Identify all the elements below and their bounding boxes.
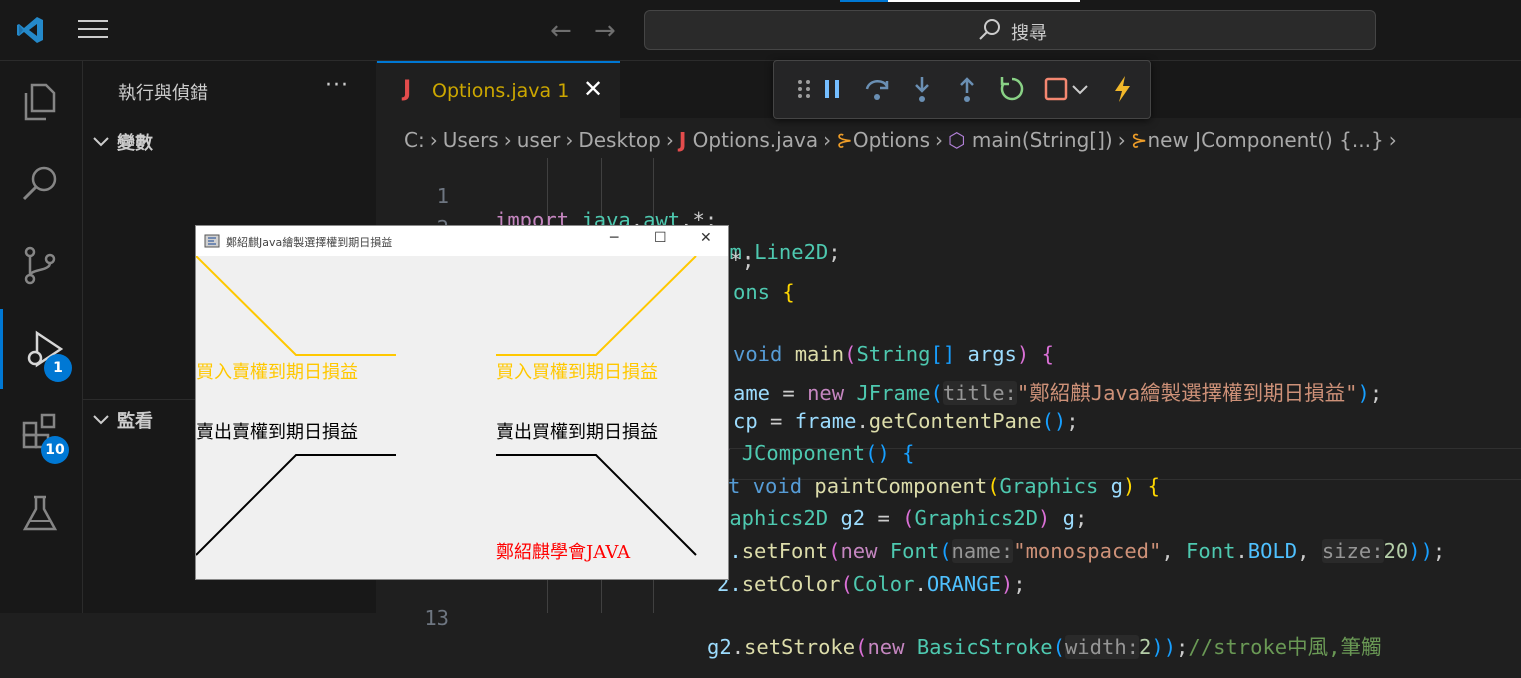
back-arrow-icon[interactable]: ← (550, 16, 572, 46)
code-line: 13 g2.setStroke(new BasicStroke(width:2)… (377, 582, 1521, 659)
search-label: 搜尋 (1011, 23, 1047, 44)
chevron-right-icon: › (665, 128, 674, 152)
code-token: g2 (707, 635, 732, 659)
search-icon[interactable] (0, 143, 82, 223)
line-number: 13 (424, 606, 449, 630)
source-control-icon[interactable] (0, 225, 82, 305)
step-out-icon[interactable] (951, 73, 983, 105)
watch-section-header[interactable]: 監看 (91, 407, 153, 433)
sidebar-title: 執行與偵錯 (118, 83, 208, 104)
code-token: ; (1176, 635, 1189, 659)
breadcrumb-item[interactable]: user (517, 128, 561, 152)
variables-section-label: 變數 (117, 133, 153, 154)
code-line: 1 import java.awt.*; (377, 160, 1521, 232)
code-token: new (867, 635, 905, 659)
explorer-icon[interactable] (0, 61, 82, 141)
extensions-icon[interactable]: 10 (0, 391, 82, 471)
debug-toolbar (773, 60, 1151, 119)
title-bar: ← → 搜尋 (0, 0, 1521, 61)
testing-icon[interactable] (0, 473, 82, 553)
tab-filename: Options.java (432, 80, 552, 102)
long-put-payoff-line (196, 256, 396, 356)
code-token: setStroke (744, 635, 856, 659)
long-put-label: 買入賣權到期日損益 (196, 362, 358, 383)
chevron-down-icon (93, 137, 109, 147)
code-token: . (731, 635, 745, 659)
title-accent (840, 0, 1080, 2)
long-call-payoff-line (496, 256, 697, 356)
class-icon: ⊱ (836, 128, 853, 152)
code-token: ( (1052, 635, 1065, 659)
code-token: //stroke中風,筆觸 (1188, 635, 1382, 659)
java-app-icon (204, 234, 220, 248)
short-call-label: 賣出買權到期日損益 (496, 422, 658, 443)
chevron-right-icon: › (565, 128, 574, 152)
tab-problem-count: 1 (557, 80, 570, 102)
code-token: { (782, 280, 795, 304)
code-token: )) (1151, 635, 1177, 659)
java-file-icon: J (403, 77, 412, 102)
breadcrumb-item[interactable]: new JComponent() {...} (1147, 128, 1383, 152)
step-into-icon[interactable] (906, 73, 938, 105)
chevron-down-icon[interactable] (1068, 73, 1092, 105)
variables-section-header[interactable]: 變數 (91, 129, 153, 155)
code-token: 2 (1139, 635, 1152, 659)
menu-icon[interactable] (78, 20, 108, 40)
code-line: 2 import java.awt.geom.Line2D; (377, 192, 1521, 264)
java-file-icon: J (678, 128, 687, 152)
pause-icon[interactable] (816, 73, 848, 105)
vscode-logo-icon (17, 17, 43, 43)
short-put-label: 賣出賣權到期日損益 (196, 422, 358, 443)
maximize-icon[interactable]: ☐ (654, 230, 667, 246)
method-icon: ⬡ (948, 128, 966, 152)
close-icon[interactable]: ✕ (700, 230, 712, 246)
short-put-payoff-line (196, 454, 396, 556)
watch-section-label: 監看 (117, 411, 153, 432)
breadcrumb-item[interactable]: C: (404, 128, 425, 152)
command-center-search[interactable]: 搜尋 (644, 10, 1376, 50)
more-actions-icon[interactable]: ··· (325, 73, 349, 98)
restart-icon[interactable] (996, 73, 1028, 105)
breadcrumb: C: › Users › user › Desktop › J Options.java › ⊱Op… (404, 128, 1402, 152)
breadcrumb-item[interactable]: Options.java (693, 128, 818, 152)
minimize-icon[interactable]: ─ (610, 230, 618, 246)
chevron-right-icon: › (823, 128, 832, 152)
inlay-hint: width: (1064, 635, 1140, 659)
tab-close-icon[interactable]: ✕ (583, 75, 603, 103)
long-call-label: 買入買權到期日損益 (496, 362, 658, 383)
chevron-right-icon: › (429, 128, 438, 152)
run-debug-icon[interactable]: 1 (0, 309, 82, 389)
java-window-titlebar[interactable]: 鄭紹麒Java繪製選擇權到期日損益 ─ ☐ ✕ (196, 226, 728, 256)
java-window-title: 鄭紹麒Java繪製選擇權到期日損益 (226, 236, 393, 249)
search-icon (979, 19, 1000, 40)
forward-arrow-icon[interactable]: → (594, 16, 616, 46)
chevron-right-icon: › (1117, 128, 1126, 152)
chevron-right-icon: › (935, 128, 944, 152)
chevron-right-icon: › (503, 128, 512, 152)
chevron-down-icon (93, 415, 109, 425)
breadcrumb-item[interactable]: Users (443, 128, 499, 152)
chevron-right-icon: › (1388, 128, 1397, 152)
author-label: 鄭紹麒學會JAVA (496, 542, 631, 563)
code-token: ( (855, 635, 868, 659)
java-app-window[interactable]: 鄭紹麒Java繪製選擇權到期日損益 ─ ☐ ✕ 買入賣權到期日損益 買入買權到期… (195, 225, 729, 580)
extensions-badge: 10 (41, 436, 69, 464)
code-token: ons (733, 280, 771, 304)
code-token: BasicStroke (916, 635, 1053, 659)
breadcrumb-item[interactable]: Options (853, 128, 930, 152)
breadcrumb-item[interactable]: main(String[]) (972, 128, 1113, 152)
step-over-icon[interactable] (861, 73, 893, 105)
activity-bar: 1 10 (0, 61, 83, 613)
hot-code-replace-icon[interactable] (1106, 73, 1138, 105)
class-icon: ⊱ (1130, 128, 1148, 152)
breadcrumb-item[interactable]: Desktop (578, 128, 660, 152)
run-debug-badge: 1 (44, 354, 72, 382)
tab-options-java[interactable]: J Options.java 1 ✕ (377, 61, 620, 118)
